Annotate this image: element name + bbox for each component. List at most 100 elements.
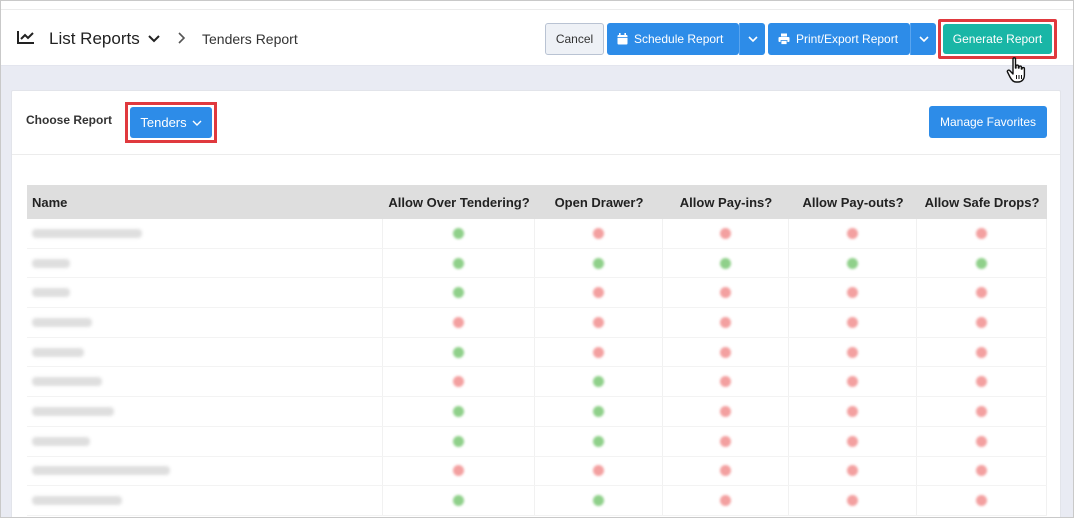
flag-cell bbox=[917, 456, 1047, 486]
column-header-name[interactable]: Name bbox=[27, 195, 383, 210]
redacted-name bbox=[32, 347, 84, 357]
yes-indicator-icon bbox=[976, 257, 987, 269]
flag-cell bbox=[535, 248, 663, 278]
manage-favorites-button[interactable]: Manage Favorites bbox=[929, 106, 1047, 138]
no-indicator-icon bbox=[593, 287, 604, 299]
yes-indicator-icon bbox=[593, 376, 604, 388]
breadcrumb-current: Tenders Report bbox=[202, 31, 298, 47]
flag-cell bbox=[535, 278, 663, 308]
flag-cell bbox=[789, 248, 917, 278]
redacted-name bbox=[32, 466, 170, 476]
chevron-down-icon[interactable] bbox=[147, 32, 161, 46]
hand-pointer-icon bbox=[1006, 57, 1026, 83]
yes-indicator-icon bbox=[593, 257, 604, 269]
flag-cell bbox=[917, 486, 1047, 515]
no-indicator-icon bbox=[976, 227, 987, 239]
table-row bbox=[27, 248, 1047, 279]
no-indicator-icon bbox=[593, 316, 604, 328]
column-header-over-tendering[interactable]: Allow Over Tendering? bbox=[383, 195, 535, 210]
flag-cell bbox=[535, 308, 663, 337]
no-indicator-icon bbox=[847, 405, 858, 417]
chevron-down-icon bbox=[918, 36, 929, 43]
no-indicator-icon bbox=[847, 435, 858, 447]
yes-indicator-icon bbox=[453, 435, 464, 447]
table-row bbox=[27, 426, 1047, 457]
column-header-safe-drops[interactable]: Allow Safe Drops? bbox=[917, 195, 1047, 210]
redacted-name bbox=[32, 317, 92, 327]
column-header-pay-ins[interactable]: Allow Pay-ins? bbox=[663, 195, 789, 210]
no-indicator-icon bbox=[976, 346, 987, 358]
schedule-report-label: Schedule Report bbox=[634, 32, 724, 46]
flag-cell bbox=[383, 426, 535, 456]
chevron-right-icon bbox=[178, 32, 186, 44]
flag-cell bbox=[663, 397, 789, 426]
flag-cell bbox=[535, 337, 663, 367]
flag-cell bbox=[917, 426, 1047, 456]
yes-indicator-icon bbox=[720, 257, 731, 269]
selected-report-label: Tenders bbox=[140, 115, 187, 130]
flag-cell bbox=[663, 278, 789, 308]
report-panel: Choose Report Tenders Manage Favorites N… bbox=[11, 90, 1061, 517]
breadcrumb-list-reports[interactable]: List Reports bbox=[49, 29, 140, 49]
flag-cell bbox=[383, 278, 535, 308]
generate-report-button[interactable]: Generate Report bbox=[943, 24, 1052, 54]
flag-cell bbox=[789, 426, 917, 456]
flag-cell bbox=[789, 397, 917, 426]
schedule-report-dropdown[interactable] bbox=[739, 23, 765, 55]
flag-cell bbox=[383, 219, 535, 248]
flag-cell bbox=[917, 337, 1047, 367]
flag-cell bbox=[663, 308, 789, 337]
no-indicator-icon bbox=[720, 495, 731, 507]
table-row bbox=[27, 308, 1047, 338]
yes-indicator-icon bbox=[593, 435, 604, 447]
redacted-name bbox=[32, 436, 90, 446]
schedule-report-button[interactable]: Schedule Report bbox=[607, 23, 739, 55]
table-body bbox=[27, 219, 1047, 516]
column-header-open-drawer[interactable]: Open Drawer? bbox=[535, 195, 663, 210]
no-indicator-icon bbox=[593, 346, 604, 358]
tender-name-cell bbox=[27, 219, 383, 248]
flag-cell bbox=[383, 248, 535, 278]
tender-name-cell bbox=[27, 337, 383, 367]
choose-report-label: Choose Report bbox=[26, 113, 113, 127]
print-export-button[interactable]: Print/Export Report bbox=[768, 23, 910, 55]
no-indicator-icon bbox=[847, 376, 858, 388]
column-header-pay-outs[interactable]: Allow Pay-outs? bbox=[789, 195, 917, 210]
flag-cell bbox=[917, 397, 1047, 426]
choose-report-dropdown[interactable]: Tenders bbox=[130, 107, 212, 138]
no-indicator-icon bbox=[976, 495, 987, 507]
table-row bbox=[27, 219, 1047, 249]
redacted-name bbox=[32, 406, 114, 416]
flag-cell bbox=[663, 337, 789, 367]
redacted-name bbox=[32, 496, 122, 506]
no-indicator-icon bbox=[720, 287, 731, 299]
tender-name-cell bbox=[27, 278, 383, 308]
flag-cell bbox=[917, 248, 1047, 278]
flag-cell bbox=[789, 337, 917, 367]
flag-cell bbox=[663, 426, 789, 456]
yes-indicator-icon bbox=[453, 405, 464, 417]
yes-indicator-icon bbox=[847, 257, 858, 269]
flag-cell bbox=[535, 367, 663, 397]
no-indicator-icon bbox=[720, 346, 731, 358]
flag-cell bbox=[535, 219, 663, 248]
flag-cell bbox=[789, 367, 917, 397]
no-indicator-icon bbox=[976, 376, 987, 388]
tender-name-cell bbox=[27, 426, 383, 456]
table-row bbox=[27, 397, 1047, 427]
cancel-button[interactable]: Cancel bbox=[545, 23, 604, 55]
tender-name-cell bbox=[27, 367, 383, 397]
table-header: Name Allow Over Tendering? Open Drawer? … bbox=[27, 185, 1047, 219]
print-export-dropdown[interactable] bbox=[910, 23, 936, 55]
table-row bbox=[27, 486, 1047, 516]
no-indicator-icon bbox=[976, 405, 987, 417]
tenders-table: Name Allow Over Tendering? Open Drawer? … bbox=[27, 185, 1047, 516]
no-indicator-icon bbox=[720, 316, 731, 328]
flag-cell bbox=[383, 337, 535, 367]
table-row bbox=[27, 456, 1047, 487]
redacted-name bbox=[32, 228, 142, 238]
no-indicator-icon bbox=[593, 227, 604, 239]
no-indicator-icon bbox=[847, 287, 858, 299]
tender-name-cell bbox=[27, 248, 383, 278]
no-indicator-icon bbox=[976, 316, 987, 328]
